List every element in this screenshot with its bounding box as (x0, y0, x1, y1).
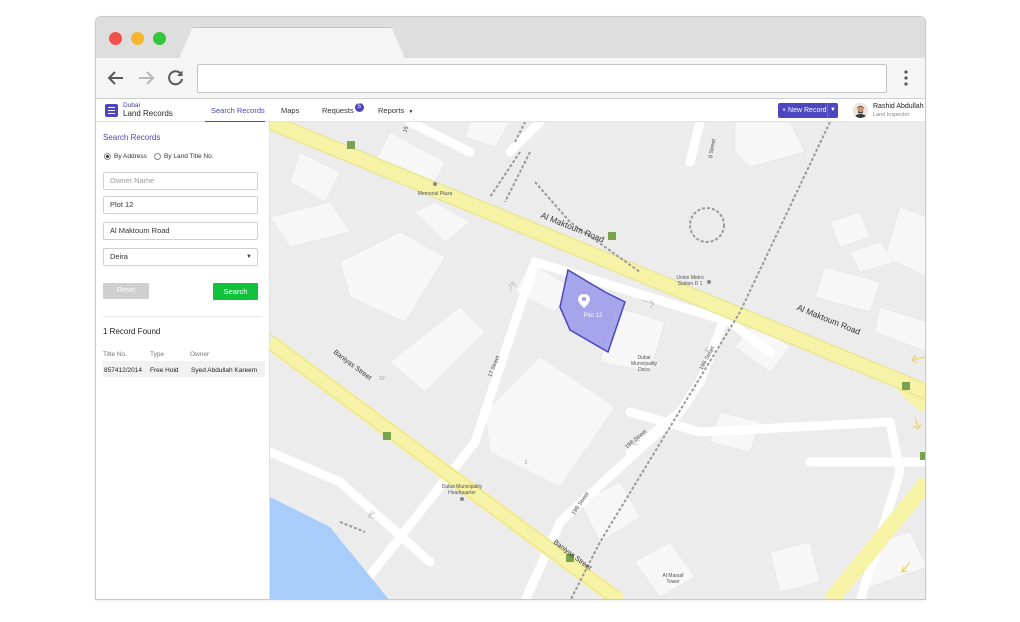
browser-titlebar (96, 17, 925, 59)
minimize-window-button[interactable] (131, 32, 144, 45)
label-metro-line2: Station D 1 (678, 281, 703, 287)
tab-reports[interactable]: Reports ▼ (378, 99, 413, 122)
column-header-type: Type (150, 351, 165, 358)
user-role: Land Inspector (873, 112, 910, 118)
label-municipality-3: Deira (638, 367, 650, 373)
label-bldg-2: 2 (525, 460, 528, 466)
app-navbar: Dubai Land Records Search Records Maps R… (96, 99, 925, 122)
tab-requests-label: Requests (322, 106, 354, 115)
column-header-owner: Owner (190, 351, 210, 358)
new-record-button[interactable]: + New Record ▼ (778, 103, 838, 118)
reset-button[interactable]: Reset (103, 283, 149, 299)
radio-by-address-label: By Address (114, 153, 147, 160)
plus-icon: + (782, 107, 787, 114)
radio-by-title-no[interactable]: By Land Title No. (154, 153, 214, 160)
sidebar-divider (103, 316, 261, 317)
search-records-heading: Search Records (103, 133, 161, 142)
brand-line1: Dubai (123, 102, 140, 109)
new-record-dropdown-icon[interactable]: ▼ (827, 103, 838, 118)
forward-arrow-icon (139, 71, 155, 85)
browser-tab-surface (180, 28, 404, 59)
user-avatar-icon (853, 103, 868, 118)
chevron-down-icon: ▼ (408, 109, 414, 115)
plot-input[interactable]: Plot 12 (103, 196, 258, 214)
address-bar[interactable] (197, 64, 887, 93)
label-hq-line2: Headquarter (448, 490, 476, 496)
column-header-title-no: Title No. (103, 351, 127, 358)
cell-owner: Syed Abdullah Kareem (191, 367, 258, 374)
brand-line2: Land Records (123, 109, 173, 118)
search-sidebar: Search Records By Address By Land Title … (96, 122, 270, 599)
reload-icon (168, 70, 183, 86)
browser-menu-button[interactable] (901, 68, 911, 88)
back-arrow-icon (107, 71, 123, 85)
select-arrow-icon: ▼ (246, 254, 252, 260)
search-button[interactable]: Search (213, 283, 258, 300)
user-name: Rashid Abdullah (873, 103, 924, 110)
cell-type: Free Hold (150, 367, 179, 374)
results-count: 1 Record Found (103, 327, 161, 336)
street-input[interactable]: Al Maktoum Road (103, 222, 258, 240)
area-select-value: Deira (110, 252, 128, 261)
plot-label: Plot 12 (584, 313, 603, 319)
tab-search-records[interactable]: Search Records (205, 99, 265, 122)
kebab-menu-icon (904, 70, 908, 86)
label-bldg-37: 37 (379, 376, 385, 382)
map-pin-dot (582, 297, 586, 301)
requests-count-badge: 5 (354, 103, 364, 112)
tab-requests[interactable]: Requests 5 (322, 99, 364, 122)
map-view[interactable]: Plot 12 Memorial Plaza Union Metro Stati… (270, 122, 925, 599)
label-masraf-2: Tower (666, 579, 680, 585)
radio-unchecked-icon (154, 153, 161, 160)
owner-name-input[interactable]: Owner Name (103, 172, 258, 190)
forward-button[interactable] (134, 66, 158, 90)
map-canvas: Plot 12 Memorial Plaza Union Metro Stati… (270, 122, 925, 599)
area-select[interactable]: Deira ▼ (103, 248, 258, 266)
app-viewport: Dubai Land Records Search Records Maps R… (96, 99, 925, 599)
records-logo-icon (105, 104, 118, 117)
tab-maps[interactable]: Maps (281, 99, 299, 122)
browser-toolbar (96, 58, 925, 99)
maximize-window-button[interactable] (153, 32, 166, 45)
back-button[interactable] (104, 66, 128, 90)
cell-title-no: 857412/2014 (104, 367, 142, 374)
close-window-button[interactable] (109, 32, 122, 45)
radio-checked-icon (104, 153, 111, 160)
new-record-label: New Record (788, 107, 827, 114)
radio-by-address[interactable]: By Address (104, 153, 147, 160)
reload-button[interactable] (164, 66, 188, 90)
label-memorial-plaza: Memorial Plaza (418, 191, 453, 197)
tab-reports-label: Reports (378, 106, 405, 115)
radio-by-title-no-label: By Land Title No. (164, 153, 214, 160)
browser-window: Dubai Land Records Search Records Maps R… (95, 16, 926, 600)
user-avatar[interactable] (853, 103, 868, 118)
